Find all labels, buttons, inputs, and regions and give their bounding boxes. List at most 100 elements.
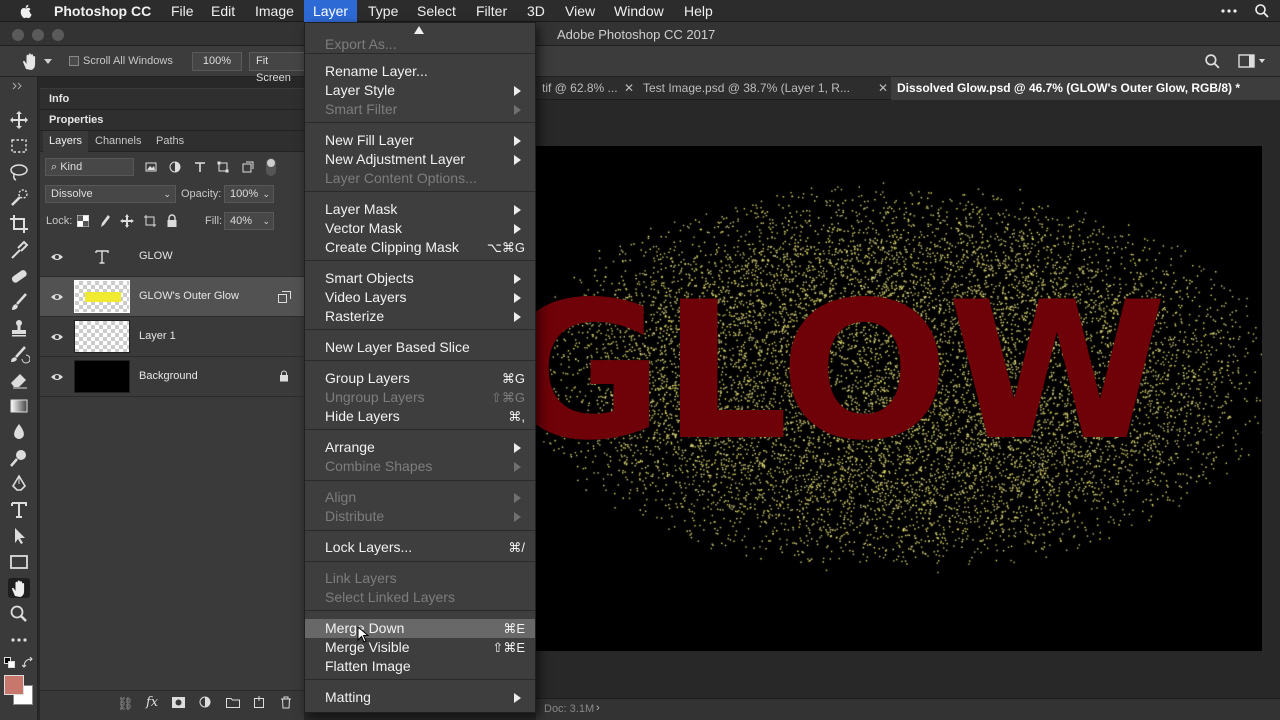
doc-tab-dissolved-glow[interactable]: Dissolved Glow.psd @ 46.7% (GLOW's Outer… — [891, 77, 1280, 100]
chevron-down-icon[interactable] — [44, 59, 52, 65]
foreground-color-swatch[interactable] — [4, 675, 24, 695]
zoom-window-button[interactable] — [52, 29, 64, 41]
menu-item-group-layers[interactable]: Group Layers ⌘G — [305, 369, 535, 388]
new-layer-icon[interactable] — [253, 696, 265, 708]
app-menu-photoshop[interactable]: Photoshop CC — [45, 0, 160, 22]
layer-row-glow[interactable]: GLOW — [40, 237, 304, 277]
apple-icon[interactable] — [18, 3, 34, 19]
menu-view[interactable]: View — [556, 0, 604, 22]
spotlight-search-icon[interactable] — [1254, 3, 1270, 19]
blend-mode-select[interactable]: Dissolve ⌄ — [45, 185, 176, 203]
quick-selection-tool-icon[interactable] — [8, 188, 30, 208]
path-selection-tool-icon[interactable] — [8, 526, 30, 546]
layer-name[interactable]: GLOW — [139, 250, 173, 262]
more-tools-icon[interactable] — [8, 630, 30, 650]
doc-tab-tif[interactable]: tif @ 62.8% ... — [536, 77, 618, 100]
menu-3d[interactable]: 3D — [518, 0, 554, 22]
lasso-tool-icon[interactable] — [8, 162, 30, 182]
menu-select[interactable]: Select — [408, 0, 465, 22]
visibility-eye-icon[interactable] — [50, 330, 64, 344]
chevron-down-icon[interactable]: ⌄ — [262, 186, 270, 202]
pen-tool-icon[interactable] — [8, 474, 30, 494]
menu-window[interactable]: Window — [605, 0, 673, 22]
search-icon[interactable] — [1204, 53, 1221, 70]
menu-item-create-clipping-mask[interactable]: Create Clipping Mask ⌥⌘G — [305, 238, 535, 257]
menu-item-merge-visible[interactable]: Merge Visible ⇧⌘E — [305, 638, 535, 657]
filter-type-icon[interactable] — [194, 161, 206, 173]
filter-pixel-icon[interactable] — [145, 161, 157, 173]
lock-transparent-pixels-icon[interactable] — [77, 215, 89, 227]
clone-stamp-tool-icon[interactable] — [8, 318, 30, 338]
layer-name[interactable]: Layer 1 — [139, 330, 176, 342]
menu-filter[interactable]: Filter — [467, 0, 516, 22]
opacity-field[interactable]: 100% ⌄ — [224, 185, 274, 203]
close-window-button[interactable] — [12, 29, 24, 41]
layer-style-fx-icon[interactable]: fx — [146, 695, 158, 710]
more-icon[interactable] — [1220, 6, 1238, 16]
history-brush-tool-icon[interactable] — [8, 344, 31, 364]
zoom-level-field[interactable]: 100% — [192, 52, 242, 71]
menu-item-arrange[interactable]: Arrange — [305, 438, 535, 457]
menu-item-lock-layers[interactable]: Lock Layers... ⌘/ — [305, 538, 535, 557]
new-adjustment-layer-icon[interactable] — [199, 696, 211, 708]
visibility-eye-icon[interactable] — [50, 290, 64, 304]
layer-row-background[interactable]: Background — [40, 357, 304, 397]
menu-item-hide-layers[interactable]: Hide Layers ⌘, — [305, 407, 535, 426]
menu-item-matting[interactable]: Matting — [305, 688, 535, 707]
swap-colors-icon[interactable] — [22, 657, 34, 669]
default-colors-icon[interactable] — [4, 657, 16, 669]
tab-channels[interactable]: Channels — [89, 131, 147, 152]
hand-tool-preset-icon[interactable] — [20, 52, 40, 72]
layer-kind-filter[interactable]: ⌕ Kind — [45, 158, 134, 176]
scroll-all-windows-checkbox[interactable] — [69, 56, 79, 66]
menu-type[interactable]: Type — [359, 0, 407, 22]
menu-edit[interactable]: Edit — [202, 0, 244, 22]
fill-field[interactable]: 40% ⌄ — [224, 212, 274, 230]
layer-name[interactable]: Background — [139, 370, 198, 382]
close-tab-icon[interactable]: ✕ — [624, 81, 634, 95]
brush-tool-icon[interactable] — [8, 292, 30, 312]
menu-file[interactable]: File — [162, 0, 203, 22]
document-canvas[interactable]: GLOW — [536, 146, 1262, 651]
menu-scroll-up-arrow-icon[interactable] — [414, 26, 424, 34]
lock-image-pixels-icon[interactable] — [99, 214, 111, 228]
menu-item-merge-down[interactable]: Merge Down ⌘E — [305, 619, 535, 638]
tab-paths[interactable]: Paths — [150, 131, 190, 152]
lock-artboard-icon[interactable] — [143, 214, 157, 228]
menu-item-video-layers[interactable]: Video Layers — [305, 288, 535, 307]
filter-shape-icon[interactable] — [217, 161, 229, 173]
chevron-down-icon[interactable]: ⌄ — [262, 213, 270, 229]
healing-brush-tool-icon[interactable] — [8, 266, 30, 286]
crop-tool-icon[interactable] — [8, 214, 30, 234]
menu-item-vector-mask[interactable]: Vector Mask — [305, 219, 535, 238]
layer-thumbnail[interactable] — [74, 320, 130, 353]
add-mask-icon[interactable] — [172, 697, 185, 708]
layer-thumbnail[interactable] — [74, 360, 130, 393]
visibility-eye-icon[interactable] — [50, 370, 64, 384]
workspace-icon[interactable] — [1238, 54, 1268, 69]
blur-tool-icon[interactable] — [8, 422, 30, 442]
filter-smart-object-icon[interactable] — [242, 161, 254, 173]
lock-position-icon[interactable] — [120, 214, 134, 228]
filter-toggle-switch[interactable] — [266, 158, 276, 176]
filter-adjustment-icon[interactable] — [169, 161, 181, 173]
menu-layer[interactable]: Layer — [304, 0, 358, 22]
hand-tool-icon[interactable] — [8, 578, 30, 598]
menu-item-smart-objects[interactable]: Smart Objects — [305, 269, 535, 288]
fit-screen-button[interactable]: Fit Screen — [249, 52, 305, 84]
menu-help[interactable]: Help — [675, 0, 722, 22]
menu-item-new-fill-layer[interactable]: New Fill Layer — [305, 131, 535, 150]
marquee-tool-icon[interactable] — [8, 136, 30, 156]
zoom-tool-icon[interactable] — [8, 604, 30, 624]
eyedropper-tool-icon[interactable] — [8, 240, 30, 260]
info-panel-tab[interactable]: Info — [40, 89, 304, 110]
menu-item-rename-layer[interactable]: Rename Layer... — [305, 62, 535, 81]
layer-row-layer-1[interactable]: Layer 1 — [40, 317, 304, 357]
menu-item-new-adjustment-layer[interactable]: New Adjustment Layer — [305, 150, 535, 169]
menu-item-layer-mask[interactable]: Layer Mask — [305, 200, 535, 219]
minimize-window-button[interactable] — [32, 29, 44, 41]
tab-layers[interactable]: Layers — [43, 131, 89, 152]
type-tool-icon[interactable] — [8, 500, 30, 520]
doc-tab-test-image[interactable]: Test Image.psd @ 38.7% (Layer 1, R... — [637, 77, 871, 100]
lock-all-icon[interactable] — [166, 214, 178, 228]
